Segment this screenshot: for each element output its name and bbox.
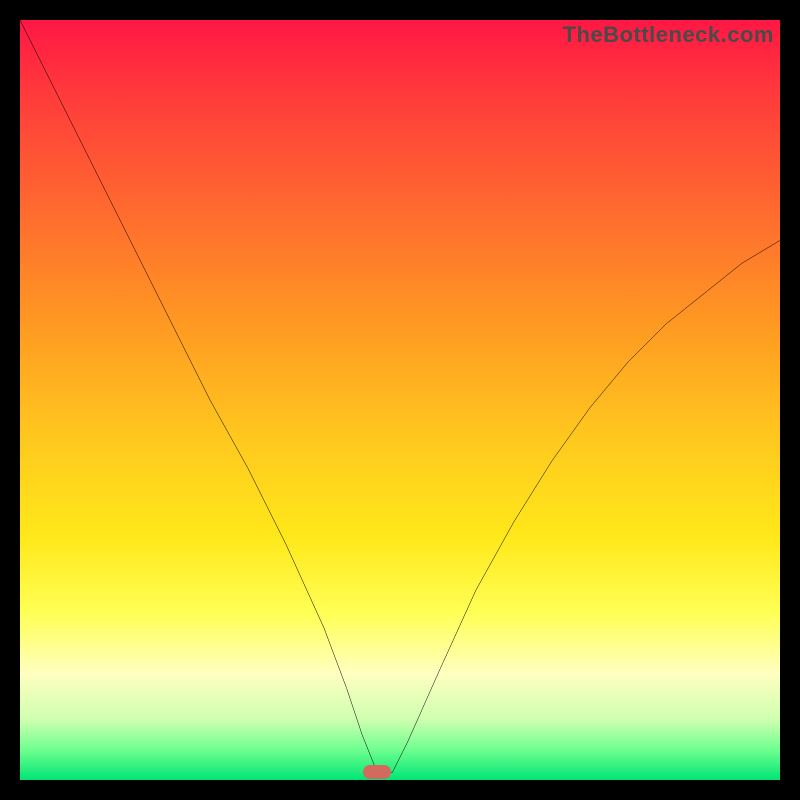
chart-frame: TheBottleneck.com [0, 0, 800, 800]
optimal-point-marker [363, 765, 391, 779]
curve-path [20, 20, 780, 772]
bottleneck-curve [20, 20, 780, 780]
plot-area: TheBottleneck.com [20, 20, 780, 780]
